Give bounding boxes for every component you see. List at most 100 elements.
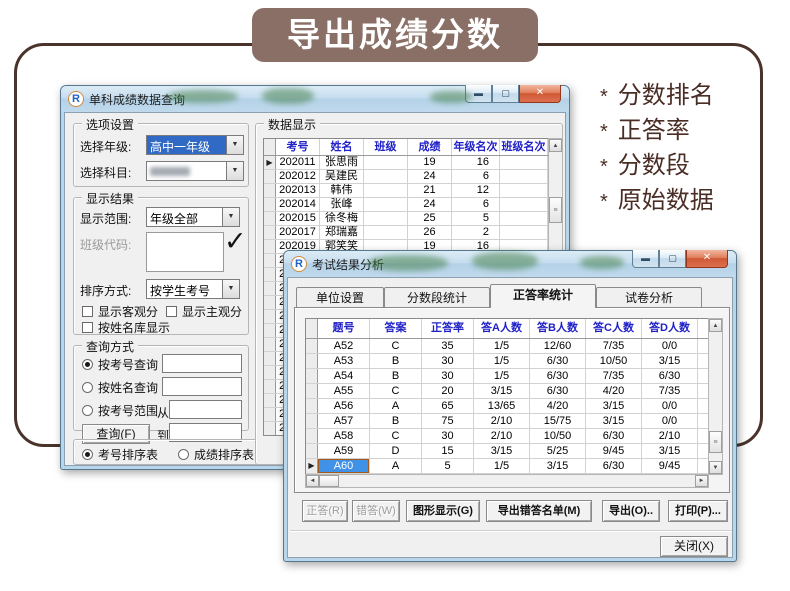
table-cell[interactable]: 13/65 xyxy=(474,399,530,413)
table-cell[interactable]: 6 xyxy=(452,170,500,183)
table-cell[interactable]: 4/20 xyxy=(530,399,586,413)
chevron-down-icon[interactable]: ▼ xyxy=(226,136,243,154)
table-cell[interactable]: 3/15 xyxy=(474,384,530,398)
table-cell[interactable] xyxy=(364,198,408,211)
table-cell[interactable]: 2 xyxy=(452,226,500,239)
row-indicator[interactable] xyxy=(306,429,318,443)
query-by-name-radio[interactable]: 按姓名查询 xyxy=(82,379,158,396)
table-cell[interactable]: A53 xyxy=(318,354,370,368)
table-cell[interactable]: 韩伟 xyxy=(320,184,364,197)
table-cell[interactable]: 16 xyxy=(452,156,500,169)
table-row[interactable]: ▶202011张思雨1916 xyxy=(264,156,548,170)
objective-score-checkbox[interactable]: 显示客观分 xyxy=(82,303,158,320)
table-cell[interactable]: 3/15 xyxy=(530,459,586,473)
table-cell[interactable]: 75 xyxy=(422,414,474,428)
scroll-down-icon[interactable]: ▼ xyxy=(709,461,722,474)
score-sort-table-radio[interactable]: 成绩排序表 xyxy=(178,446,254,463)
table-row[interactable]: 202014张峰246 xyxy=(264,198,548,212)
table-cell[interactable]: 6/30 xyxy=(530,384,586,398)
window1-titlebar[interactable]: R 单科成绩数据查询 ▬ ▢ ✕ xyxy=(61,86,569,112)
table-cell[interactable]: 郑瑞嘉 xyxy=(320,226,364,239)
table-cell[interactable]: C xyxy=(370,339,422,353)
table-cell[interactable]: 3/15 xyxy=(642,444,698,458)
table-cell[interactable]: 1/5 xyxy=(474,459,530,473)
table-cell[interactable]: 15/75 xyxy=(530,414,586,428)
table-cell[interactable]: 24 xyxy=(408,198,452,211)
table-cell[interactable]: 3/15 xyxy=(586,399,642,413)
table-cell[interactable]: 25 xyxy=(408,212,452,225)
subjective-score-checkbox[interactable]: 显示主观分 xyxy=(166,303,242,320)
table-cell[interactable]: A60 xyxy=(318,459,370,473)
table-row[interactable]: A52C351/512/607/350/0 xyxy=(306,339,708,354)
wrong-answer-button[interactable]: 错答(W) xyxy=(352,500,400,522)
row-indicator[interactable] xyxy=(264,170,276,183)
table-row[interactable]: 202015徐冬梅255 xyxy=(264,212,548,226)
chevron-down-icon[interactable]: ▼ xyxy=(226,162,243,180)
range-select[interactable]: 年级全部 ▼ xyxy=(146,207,240,227)
table-cell[interactable]: 4/20 xyxy=(586,384,642,398)
table-cell[interactable]: 20 xyxy=(422,384,474,398)
row-indicator[interactable] xyxy=(264,408,276,421)
table-cell[interactable] xyxy=(500,184,548,197)
table-cell[interactable]: A56 xyxy=(318,399,370,413)
table-cell[interactable]: 0/0 xyxy=(642,399,698,413)
table-cell[interactable]: D xyxy=(370,444,422,458)
query-by-name-input[interactable] xyxy=(162,377,242,396)
row-indicator[interactable] xyxy=(264,338,276,351)
table-cell[interactable]: 12 xyxy=(452,184,500,197)
table-cell[interactable]: 1/5 xyxy=(474,339,530,353)
table-cell[interactable]: A57 xyxy=(318,414,370,428)
row-indicator[interactable] xyxy=(306,444,318,458)
print-button[interactable]: 打印(P)... xyxy=(668,500,728,522)
row-indicator[interactable] xyxy=(306,354,318,368)
table-cell[interactable]: 6/30 xyxy=(530,354,586,368)
close-icon[interactable]: ✕ xyxy=(519,85,561,103)
table-row[interactable]: A59D153/155/259/453/15 xyxy=(306,444,708,459)
rate-table-hscrollbar[interactable]: ◄ ► xyxy=(305,474,709,488)
row-indicator[interactable] xyxy=(306,414,318,428)
table-cell[interactable]: 202013 xyxy=(276,184,320,197)
table-cell[interactable]: 6/30 xyxy=(642,369,698,383)
table-cell[interactable]: 202017 xyxy=(276,226,320,239)
sort-mode-select[interactable]: 按学生考号 ▼ xyxy=(146,279,240,299)
table-cell[interactable]: 0/0 xyxy=(642,414,698,428)
table-cell[interactable]: 6/30 xyxy=(530,369,586,383)
table-row[interactable]: 202012吴建民246 xyxy=(264,170,548,184)
row-indicator[interactable] xyxy=(264,422,276,435)
table-cell[interactable]: 5/25 xyxy=(530,444,586,458)
table-cell[interactable]: B xyxy=(370,414,422,428)
table-cell[interactable]: 9/45 xyxy=(586,444,642,458)
scroll-left-icon[interactable]: ◄ xyxy=(306,475,319,487)
table-cell[interactable]: 1/5 xyxy=(474,369,530,383)
table-cell[interactable]: 7/35 xyxy=(642,384,698,398)
maximize-icon[interactable]: ▢ xyxy=(659,250,686,268)
table-cell[interactable]: 30 xyxy=(422,354,474,368)
table-cell[interactable]: 19 xyxy=(408,156,452,169)
table-cell[interactable]: 10/50 xyxy=(530,429,586,443)
table-cell[interactable]: A52 xyxy=(318,339,370,353)
correct-answer-button[interactable]: 正答(R) xyxy=(302,500,348,522)
table-cell[interactable]: 徐冬梅 xyxy=(320,212,364,225)
table-cell[interactable]: 1/5 xyxy=(474,354,530,368)
row-indicator[interactable]: ▶ xyxy=(264,156,276,169)
close-button[interactable]: 关闭(X) xyxy=(660,536,728,557)
table-cell[interactable]: 9/45 xyxy=(642,459,698,473)
table-cell[interactable]: A59 xyxy=(318,444,370,458)
table-row[interactable]: 202013韩伟2112 xyxy=(264,184,548,198)
row-indicator[interactable] xyxy=(264,324,276,337)
row-indicator[interactable] xyxy=(264,268,276,281)
table-cell[interactable]: A54 xyxy=(318,369,370,383)
row-indicator[interactable] xyxy=(264,352,276,365)
table-cell[interactable]: 202015 xyxy=(276,212,320,225)
table-cell[interactable]: 12/60 xyxy=(530,339,586,353)
row-indicator[interactable] xyxy=(264,184,276,197)
table-cell[interactable] xyxy=(364,184,408,197)
query-by-id-input[interactable] xyxy=(162,354,242,373)
table-row[interactable]: A54B301/56/307/356/30 xyxy=(306,369,708,384)
table-cell[interactable] xyxy=(364,170,408,183)
range-from-input[interactable] xyxy=(169,400,242,419)
table-cell[interactable]: 张思雨 xyxy=(320,156,364,169)
table-cell[interactable]: 3/15 xyxy=(642,354,698,368)
row-indicator[interactable] xyxy=(264,394,276,407)
row-indicator[interactable] xyxy=(264,198,276,211)
